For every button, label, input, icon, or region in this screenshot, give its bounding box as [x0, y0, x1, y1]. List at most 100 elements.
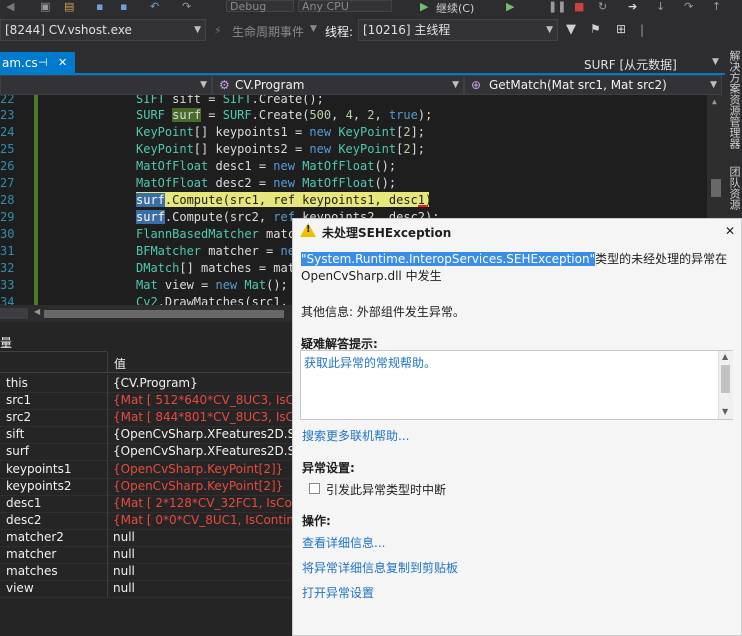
method-combo[interactable]: ⊕ GetMatch(Mat src1, Mat src2) ▼ — [464, 75, 722, 95]
code-line-30: FlannBasedMatcher matc — [136, 227, 295, 241]
code-line-34: Cv2.DrawMatches(src1, — [136, 295, 288, 305]
step-icon[interactable]: ▶ — [506, 0, 514, 14]
locals-row[interactable]: matcher null — [0, 546, 292, 564]
new-project-icon[interactable]: ▣ — [40, 0, 50, 14]
locals-row[interactable]: keypoints1 {OpenCvSharp.KeyPoint[2]} — [0, 460, 292, 479]
pin-icon[interactable]: ⊣ — [38, 52, 48, 74]
open-file-icon[interactable]: ▤ — [64, 0, 74, 14]
general-help-link[interactable]: 获取此异常的常规帮助。 — [304, 354, 436, 371]
locals-row[interactable]: this {CV.Program} — [0, 375, 292, 393]
thread-combo-label: [10216] 主线程 — [363, 23, 451, 37]
thread-filter-icon[interactable]: ⊞ — [616, 22, 626, 36]
continue-icon[interactable]: ▶ — [420, 0, 428, 14]
step-over-icon[interactable]: ↷ — [684, 0, 693, 14]
search-online-help-link[interactable]: 搜索更多联机帮助... — [302, 427, 409, 444]
line-number: 27 — [0, 176, 15, 190]
column-divider — [107, 563, 108, 581]
locals-panel: 量 值 this {CV.Program} src1 {Mat [ 512*640*C… — [0, 322, 293, 636]
locals-value-header[interactable]: 值 — [107, 352, 292, 372]
locals-row[interactable]: matcher2 null — [0, 528, 292, 547]
show-next-statement-icon[interactable]: ➔ — [628, 0, 637, 14]
actions-heading: 操作: — [302, 514, 331, 528]
back-icon[interactable]: ◀ — [6, 0, 14, 14]
save-icon[interactable]: ▪ — [96, 0, 103, 14]
debug-location-toolbar: [8244] CV.vshost.exe ▼ ⚡ 生命周期事件 ▼ 线程: [1… — [0, 16, 742, 44]
locals-row[interactable]: view null — [0, 580, 292, 599]
local-name: src1 — [6, 393, 32, 408]
scrollbar-thumb[interactable] — [711, 179, 721, 197]
line-number: 29 — [0, 210, 15, 224]
local-name: surf — [6, 444, 30, 459]
locals-row[interactable]: matches null — [0, 563, 292, 582]
tips-scrollbar-thumb[interactable] — [721, 365, 730, 393]
tab-overflow-chevron-icon[interactable]: ▼ — [712, 57, 719, 67]
tips-scrollbar[interactable]: ▲ ▼ — [718, 351, 733, 419]
copy-details-link[interactable]: 将异常详细信息复制到剪贴板 — [302, 559, 458, 576]
local-name: matcher — [6, 547, 57, 561]
locals-row[interactable]: src1 {Mat [ 512*640*CV_8UC3, IsContin — [0, 392, 293, 411]
troubleshoot-tips-box[interactable]: 获取此异常的常规帮助。 ▲ ▼ — [300, 350, 733, 420]
scroll-down-icon[interactable]: ▼ — [722, 407, 728, 416]
process-combo[interactable]: [8244] CV.vshost.exe ▼ — [0, 19, 206, 41]
class-combo[interactable]: ⚙ CV.Program ▼ — [212, 75, 464, 95]
flag-icon[interactable]: ⚑ — [590, 22, 601, 36]
changes-margin — [34, 95, 38, 305]
pause-icon[interactable]: ❚❚ — [548, 0, 566, 14]
thread-combo[interactable]: [10216] 主线程 ▼ — [358, 19, 558, 41]
method-combo-label: GetMatch(Mat src1, Mat src2) — [489, 78, 667, 92]
restart-icon[interactable]: ↻ — [598, 0, 607, 14]
local-name: desc2 — [6, 512, 42, 527]
filter-icon[interactable]: ▼ — [566, 22, 576, 37]
document-tab-bar: am.cs ⊣ ✕ SURF [从元数据] ▼ — [0, 44, 725, 74]
undo-icon[interactable]: ↶ — [150, 0, 159, 14]
thread-label: 线程: — [325, 25, 354, 39]
local-value: {OpenCvSharp.XFeatures2D.SURF} — [113, 444, 293, 459]
local-name: matches — [6, 564, 58, 579]
save-all-icon[interactable]: ▪ — [120, 0, 127, 14]
hscroll-thumb[interactable] — [44, 310, 284, 318]
stop-icon[interactable]: ■ — [574, 0, 584, 14]
local-name: this — [6, 376, 28, 390]
stack-frame-combo[interactable]: SURF [从元数据] — [584, 56, 677, 73]
continue-button[interactable]: 继续(C) — [436, 0, 474, 15]
column-divider — [107, 409, 108, 427]
locals-row[interactable]: desc1 {Mat [ 2*128*CV_32FC1, IsContinu — [0, 494, 293, 513]
configuration-dropdown[interactable]: Debug — [226, 0, 294, 12]
step-into-icon[interactable]: ↓ — [656, 0, 665, 14]
scroll-up-icon[interactable]: ▲ — [712, 97, 717, 106]
locals-row[interactable]: sift {OpenCvSharp.XFeatures2D.SIFT} — [0, 426, 293, 445]
main-toolbar: ◀ ▣ ▤ ▪ ▪ ↶ ↷ Debug Any CPU ▶ 继续(C) ▶ ❚❚… — [0, 0, 742, 16]
close-icon[interactable]: ✕ — [58, 52, 67, 74]
break-on-exception-label[interactable]: 引发此异常类型时中断 — [326, 481, 446, 498]
class-combo-label: CV.Program — [235, 78, 305, 92]
lifecycle-chevron-icon: ▼ — [310, 24, 317, 34]
step-out-icon[interactable]: ↑ — [712, 0, 721, 14]
zoom-box[interactable] — [0, 308, 28, 319]
locals-name-header[interactable]: 量 — [0, 332, 107, 352]
close-icon[interactable]: ✕ — [725, 224, 735, 238]
project-combo[interactable]: ▼ — [0, 75, 212, 95]
local-name: src2 — [6, 410, 32, 425]
line-number: 30 — [0, 227, 15, 241]
tab-label: am.cs — [2, 56, 38, 70]
lifecycle-events-dropdown[interactable]: 生命周期事件 — [232, 23, 304, 40]
locals-row[interactable]: src2 {Mat [ 844*801*CV_8UC3, IsContin — [0, 409, 293, 428]
redo-icon[interactable]: ↷ — [182, 0, 191, 14]
lifecycle-events-icon[interactable]: ⚡ — [214, 24, 222, 37]
warning-glyph: ! — [306, 224, 311, 235]
scroll-up-icon[interactable]: ▲ — [722, 352, 728, 361]
scroll-left-icon[interactable]: ◀ — [34, 307, 40, 316]
view-details-link[interactable]: 查看详细信息... — [302, 534, 385, 551]
tab-program-cs[interactable]: am.cs ⊣ ✕ — [0, 52, 75, 74]
platform-dropdown[interactable]: Any CPU — [298, 0, 392, 12]
locals-row[interactable]: desc2 {Mat [ 0*0*CV_8UC1, IsContinuous — [0, 511, 293, 530]
solution-explorer-tab[interactable]: 解决方案资源管理器 — [726, 50, 741, 149]
team-explorer-tab[interactable]: 团队资源 — [726, 166, 741, 210]
open-exception-settings-link[interactable]: 打开异常设置 — [302, 584, 374, 601]
locals-row[interactable]: surf {OpenCvSharp.XFeatures2D.SURF} — [0, 443, 293, 462]
exception-dialog: ! 未处理SEHException ✕ "System.Runtime.Inte… — [292, 218, 742, 636]
code-line-22: SIFT sift = SIFT.Create(); — [136, 95, 324, 106]
break-on-exception-checkbox[interactable] — [309, 483, 320, 494]
local-value: {Mat [ 844*801*CV_8UC3, IsContin — [113, 410, 293, 425]
locals-row[interactable]: keypoints2 {OpenCvSharp.KeyPoint[2]} — [0, 477, 292, 496]
